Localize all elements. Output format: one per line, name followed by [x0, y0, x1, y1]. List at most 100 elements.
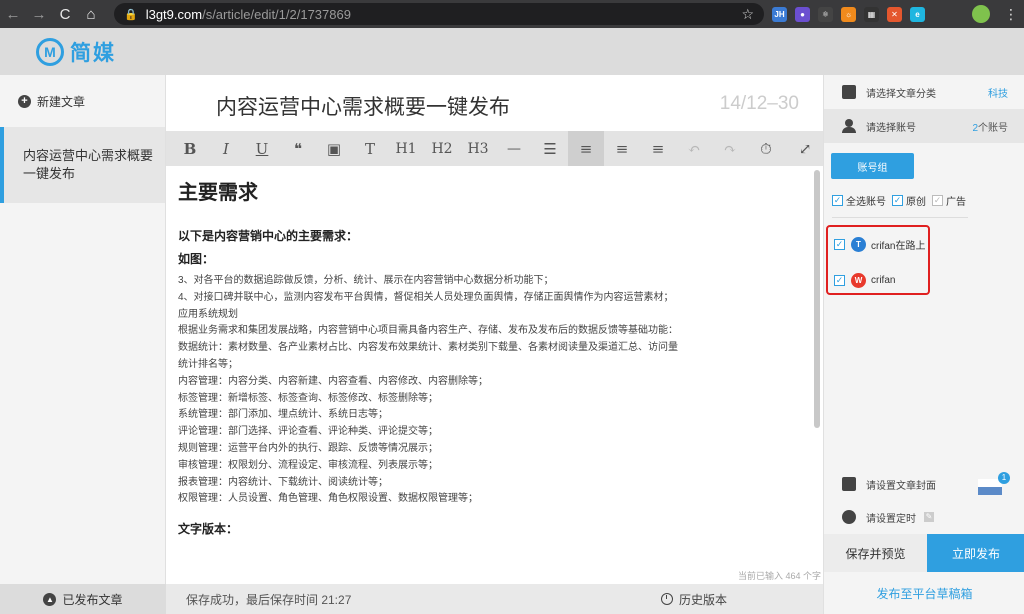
account-item[interactable]: ✓ W crifan: [834, 273, 895, 288]
list-button[interactable]: ☰: [532, 131, 568, 166]
content-line: 3、对各平台的数据追踪做反馈，分析、统计、展示在内容营销中心数据分析功能下；: [178, 275, 554, 286]
category-label: 请选择文章分类: [866, 88, 936, 100]
toutiao-icon: T: [851, 237, 866, 252]
content-line: 应用系统规划: [178, 308, 238, 320]
logo-text: 简媒: [70, 41, 116, 65]
italic-button[interactable]: I: [208, 131, 244, 166]
image-icon: [842, 477, 856, 491]
extension-icons: JH ● ⚛ ☼ ▦ ✕ e: [772, 0, 925, 28]
publish-panel: 请选择文章分类 科技 请选择账号 2个账号 账号组 ✓ 全选账号 ✓ 原创 ✓ …: [823, 75, 1024, 614]
extension-icon[interactable]: ▦: [864, 6, 879, 22]
extension-icon[interactable]: ☼: [841, 6, 856, 22]
cover-count-badge: 1: [998, 472, 1010, 484]
content-line: 规则管理：运营平台内外的执行、跟踪、反馈等情况展示；: [178, 442, 438, 454]
redo-button[interactable]: ↷: [712, 131, 748, 166]
content-text-version: 文字版本：: [178, 522, 239, 537]
history-label: 历史版本: [678, 592, 727, 607]
h1-button[interactable]: H1: [388, 131, 424, 166]
chevron-up-icon: ▲: [43, 592, 57, 606]
editor-panel: 内容运营中心需求概要一键发布 14/12–30 B I U ❝ ▣ T H1 H2 H3— ☰ ≡ ≡…: [166, 75, 823, 614]
reload-icon[interactable]: C: [52, 0, 78, 28]
document-icon: [842, 85, 856, 99]
hr-button[interactable]: —: [496, 131, 532, 166]
account-options: ✓ 全选账号 ✓ 原创 ✓ 广告: [832, 193, 972, 208]
editor-content[interactable]: 主要需求 以下是内容营销中心的主要需求： 如图： 3、对各平台的数据追踪做反馈，…: [166, 166, 811, 584]
cover-label: 请设置文章封面: [866, 480, 936, 492]
published-articles-button[interactable]: ▲ 已发布文章: [0, 584, 166, 614]
image-button[interactable]: ▣: [316, 131, 352, 166]
account-checkbox[interactable]: ✓: [834, 239, 845, 250]
original-checkbox[interactable]: ✓: [892, 195, 903, 206]
extension-icon[interactable]: ⚛: [818, 6, 833, 22]
new-article-button[interactable]: + 新建文章: [0, 75, 165, 127]
url-path: /s/article/edit/1/2/1737869: [202, 6, 351, 22]
publish-draft-link[interactable]: 发布至平台草稿箱: [824, 572, 1024, 614]
category-selector[interactable]: 请选择文章分类 科技: [824, 75, 1024, 109]
editor-scrollbar[interactable]: [814, 170, 820, 428]
align-center-button[interactable]: ≡: [604, 131, 640, 166]
article-list-item[interactable]: 内容运营中心需求概要一键发布: [0, 127, 165, 203]
history-versions-button[interactable]: 历史版本: [660, 584, 727, 614]
content-line: 数据统计：素材数量、各产业素材占比、内容发布效果统计、素材类别下载量、各素材阅读…: [178, 342, 678, 354]
content-line: 4、对接口碑并联中心，监测内容发布平台舆情，督促相关人员处理负面舆情，存储正面舆…: [178, 291, 674, 303]
select-all-checkbox[interactable]: ✓: [832, 195, 843, 206]
account-name: crifan: [871, 275, 896, 286]
browser-menu-icon[interactable]: ⋮: [1004, 5, 1018, 23]
timer-label: 请设置定时: [866, 513, 916, 525]
divider: [832, 217, 968, 218]
extension-icon[interactable]: ●: [795, 6, 810, 22]
quote-button[interactable]: ❝: [280, 131, 316, 166]
extension-icon[interactable]: ✕: [887, 6, 902, 22]
clock-icon: [842, 510, 856, 524]
address-bar[interactable]: 🔒 l3gt9.com/s/article/edit/1/2/1737869 ☆: [114, 3, 764, 25]
content-intro: 以下是内容营销中心的主要需求：: [178, 229, 359, 243]
profile-avatar[interactable]: [972, 5, 990, 23]
published-articles-label: 已发布文章: [62, 592, 123, 607]
extension-icon[interactable]: e: [910, 6, 925, 22]
content-line: 根据业务需求和集团发展战略，内容营销中心项目需具备内容生产、存储、发布及发布后的…: [178, 325, 678, 337]
fullscreen-button[interactable]: ⤢: [787, 131, 823, 166]
extension-icon[interactable]: JH: [772, 6, 787, 22]
text-style-button[interactable]: T: [352, 131, 388, 166]
lock-icon: 🔒: [124, 8, 138, 21]
content-line: 评论管理：部门选择、评论查看、评论种类、评论提交等；: [178, 426, 438, 438]
home-icon[interactable]: ⌂: [78, 0, 104, 28]
align-right-button[interactable]: ≡: [640, 131, 676, 166]
forward-icon[interactable]: →: [26, 0, 52, 28]
clock-button[interactable]: ⏱: [748, 131, 784, 166]
content-heading: 主要需求: [178, 182, 258, 204]
bookmark-star-icon[interactable]: ☆: [741, 6, 754, 23]
person-icon: [842, 119, 856, 133]
bold-button[interactable]: B: [172, 131, 208, 166]
edit-icon[interactable]: ✎: [924, 512, 934, 522]
selected-accounts-highlight: ✓ T crifan在路上 ✓ W crifan: [826, 225, 930, 295]
status-bar: 保存成功，最后保存时间 21:27 历史版本: [166, 584, 823, 614]
timer-selector[interactable]: 请设置定时 ✎: [824, 500, 1024, 534]
content-lines: 3、对各平台的数据追踪做反馈，分析、统计、展示在内容营销中心数据分析功能下； 4、…: [178, 273, 799, 508]
action-buttons: 保存并预览 立即发布: [824, 534, 1024, 572]
align-left-button[interactable]: ≡: [568, 131, 604, 166]
content-line: 内容管理：内容分类、内容新建、内容查看、内容修改、内容删除等；: [178, 375, 488, 387]
article-sidebar: + 新建文章 内容运营中心需求概要一键发布 ▲ 已发布文章: [0, 75, 166, 614]
underline-button[interactable]: U: [244, 131, 280, 166]
original-label: 原创: [906, 197, 926, 208]
content-figure-label: 如图：: [178, 252, 215, 266]
h2-button[interactable]: H2: [424, 131, 460, 166]
undo-button[interactable]: ↶: [676, 131, 712, 166]
ad-checkbox[interactable]: ✓: [932, 195, 943, 206]
account-group-button[interactable]: 账号组: [831, 153, 914, 179]
publish-now-button[interactable]: 立即发布: [927, 534, 1024, 572]
account-selector[interactable]: 请选择账号 2个账号: [824, 109, 1024, 143]
account-item[interactable]: ✓ T crifan在路上: [834, 237, 925, 252]
h3-button[interactable]: H3: [460, 131, 496, 166]
select-all-label: 全选账号: [846, 197, 886, 208]
content-line: 权限管理：人员设置、角色管理、角色权限设置、数据权限管理等；: [178, 493, 478, 505]
back-icon[interactable]: ←: [0, 0, 26, 28]
title-length-counter: 14/12–30: [719, 93, 799, 114]
account-count: 2个账号: [972, 119, 1008, 134]
clock-icon: [660, 593, 673, 605]
article-title-input[interactable]: 内容运营中心需求概要一键发布: [216, 91, 510, 121]
account-checkbox[interactable]: ✓: [834, 275, 845, 286]
save-preview-button[interactable]: 保存并预览: [824, 534, 927, 572]
title-row: 内容运营中心需求概要一键发布 14/12–30: [166, 75, 823, 131]
